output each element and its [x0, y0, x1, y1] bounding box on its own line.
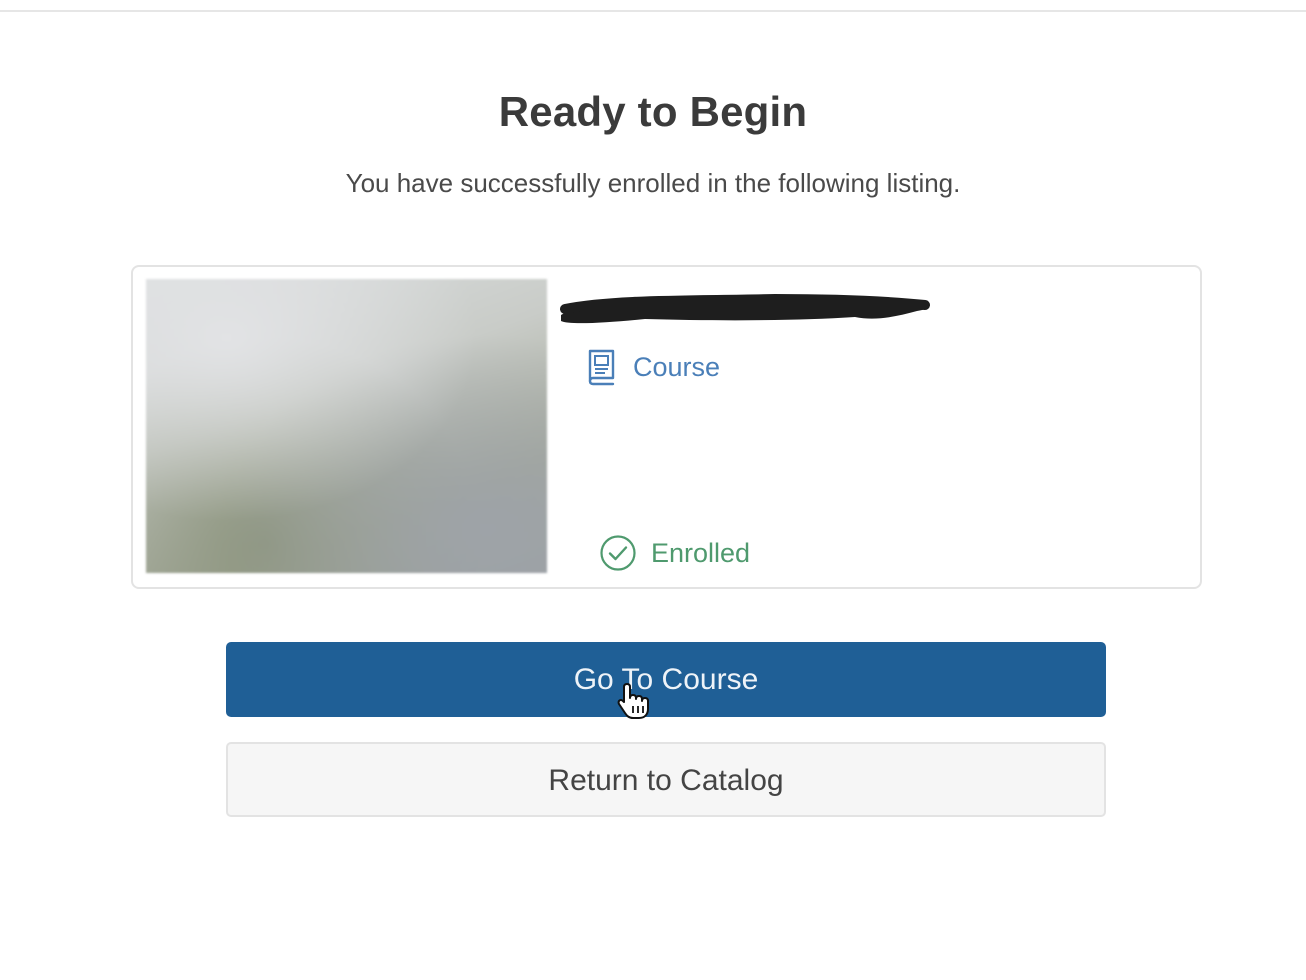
check-circle-icon — [600, 535, 636, 571]
hand-pointer-cursor-icon — [617, 683, 649, 719]
enrollment-status: Enrolled — [599, 532, 750, 574]
top-divider — [0, 0, 1306, 12]
page-subtitle: You have successfully enrolled in the fo… — [345, 168, 961, 198]
enrollment-status-label: Enrolled — [651, 537, 751, 568]
return-to-catalog-button[interactable]: Return to Catalog — [226, 742, 1106, 817]
redacted-listing-title — [560, 293, 930, 324]
listing-thumbnail — [146, 279, 547, 573]
listing-type-label: Course — [633, 351, 721, 382]
listing-card: Course Enrolled — [131, 265, 1202, 589]
go-to-course-button[interactable]: Go To Course — [226, 642, 1106, 717]
listing-type: Course — [585, 345, 720, 389]
book-icon — [588, 349, 615, 386]
page-title: Ready to Begin — [498, 88, 808, 135]
